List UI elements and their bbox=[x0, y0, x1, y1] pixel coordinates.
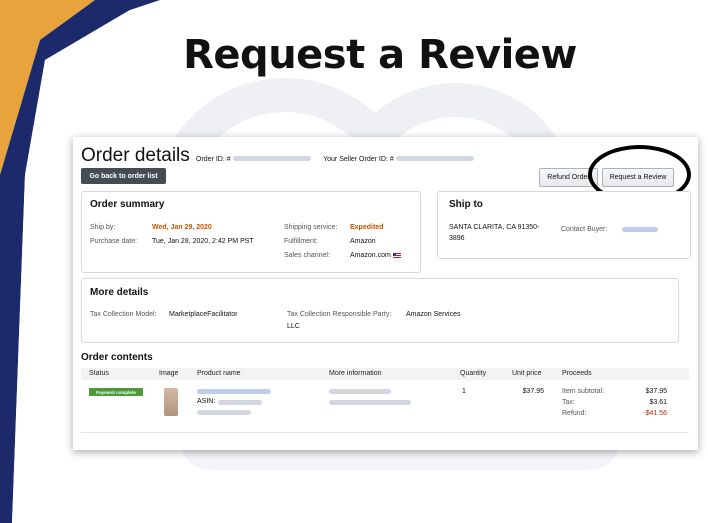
ship-by-value: Wed, Jan 29, 2020 bbox=[152, 224, 212, 231]
seller-order-id-redacted bbox=[395, 156, 474, 162]
shipping-service-label: Shipping service: bbox=[284, 224, 338, 231]
back-to-order-list-button[interactable]: Go back to order list bbox=[81, 168, 166, 184]
sales-channel-row: Amazon.com bbox=[350, 252, 401, 259]
refund-value: -$41.56 bbox=[643, 410, 667, 417]
purchase-date-value: Tue, Jan 28, 2020, 2:42 PM PST bbox=[152, 238, 254, 245]
tax-party-label: Tax Collection Responsible Party: bbox=[287, 311, 392, 318]
product-name-link[interactable] bbox=[197, 389, 271, 394]
item-subtotal-value: $37.95 bbox=[645, 388, 667, 395]
more-details-title: More details bbox=[90, 287, 149, 298]
order-summary-title: Order summary bbox=[90, 199, 165, 210]
column-unit-price: Unit price bbox=[512, 370, 542, 377]
product-image bbox=[164, 388, 178, 416]
page-title: Order details bbox=[81, 145, 190, 166]
column-product-name: Product name bbox=[197, 370, 241, 377]
contact-buyer-label: Contact Buyer: bbox=[561, 226, 608, 233]
fulfillment-value: Amazon bbox=[350, 238, 376, 245]
column-image: Image bbox=[159, 370, 179, 377]
contact-buyer-link[interactable] bbox=[622, 227, 658, 232]
quantity-value: 1 bbox=[462, 388, 466, 395]
tax-model-value: MarketplaceFacilitator bbox=[169, 311, 238, 318]
column-more-information: More information bbox=[329, 370, 382, 377]
sku-redacted bbox=[197, 410, 251, 415]
ship-to-address-line1: SANTA CLARITA, CA 91350- bbox=[449, 224, 540, 231]
table-divider bbox=[81, 432, 689, 433]
sales-channel-label: Sales channel: bbox=[284, 252, 330, 259]
order-id-label: Order ID: # bbox=[196, 156, 231, 163]
order-header: Order details Order ID: # Your Seller Or… bbox=[81, 145, 474, 167]
us-flag-icon bbox=[392, 252, 401, 258]
shipping-service-value: Expedited bbox=[350, 224, 384, 231]
more-info-redacted-1 bbox=[329, 389, 391, 394]
status-badge: Payment complete bbox=[89, 388, 143, 396]
asin-redacted bbox=[218, 400, 262, 405]
sales-channel-value: Amazon.com bbox=[350, 252, 391, 259]
seller-order-id-label: Your Seller Order ID: # bbox=[323, 156, 394, 163]
ship-to-address-line2: 3896 bbox=[449, 235, 465, 242]
slide: Request a Review Order details Order ID:… bbox=[0, 0, 708, 523]
refund-label: Refund: bbox=[562, 410, 587, 417]
ship-by-label: Ship by: bbox=[90, 224, 116, 231]
more-info-redacted-2 bbox=[329, 400, 411, 405]
slide-title: Request a Review bbox=[183, 32, 577, 78]
tax-party-value-line2: LLC bbox=[287, 323, 300, 330]
order-id-redacted bbox=[232, 156, 311, 162]
column-status: Status bbox=[89, 370, 109, 377]
asin-label: ASIN: bbox=[197, 398, 216, 405]
column-proceeds: Proceeds bbox=[562, 370, 592, 377]
column-quantity: Quantity bbox=[460, 370, 487, 377]
tax-value: $3.61 bbox=[649, 399, 667, 406]
fulfillment-label: Fulfillment: bbox=[284, 238, 318, 245]
tax-party-value-line1: Amazon Services bbox=[406, 311, 461, 318]
tax-label: Tax: bbox=[562, 399, 575, 406]
order-details-screenshot: Order details Order ID: # Your Seller Or… bbox=[73, 137, 698, 450]
unit-price-value: $37.95 bbox=[522, 388, 544, 395]
item-subtotal-label: Item subtotal: bbox=[562, 388, 605, 395]
purchase-date-label: Purchase date: bbox=[90, 238, 138, 245]
order-contents-title: Order contents bbox=[81, 352, 153, 363]
tax-model-label: Tax Collection Model: bbox=[90, 311, 157, 318]
ship-to-title: Ship to bbox=[449, 199, 483, 210]
